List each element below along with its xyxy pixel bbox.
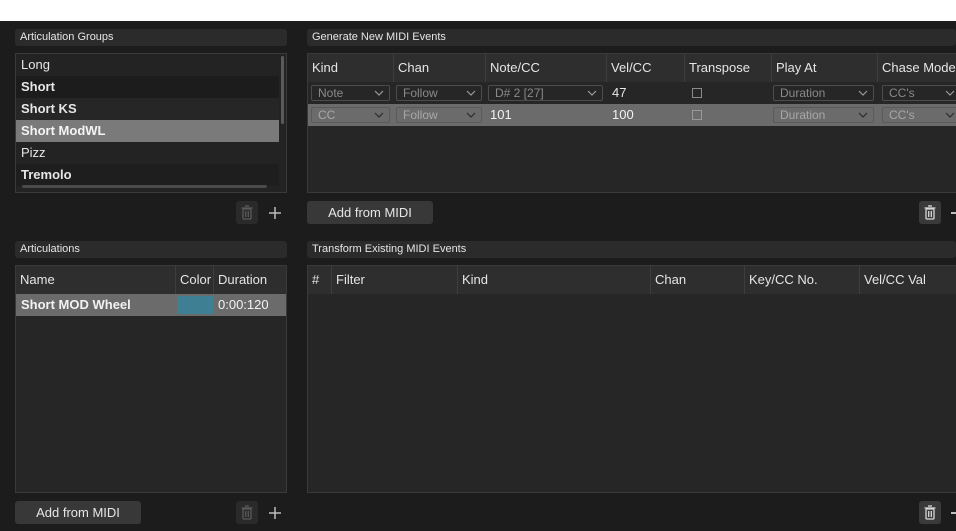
chevron-down-icon xyxy=(374,90,384,96)
col-kind[interactable]: Kind xyxy=(308,54,394,82)
play-at-value: Duration xyxy=(780,86,826,100)
col-vel-cc[interactable]: Vel/CC xyxy=(607,54,685,82)
col-chase-mode[interactable]: Chase Mode xyxy=(878,54,956,82)
chase-value: CC's xyxy=(889,86,915,100)
note-cc-value[interactable]: 101 xyxy=(490,104,600,126)
play-at-value: Duration xyxy=(780,108,826,122)
horizontal-scrollbar[interactable] xyxy=(22,185,267,188)
articulations-header: Articulations xyxy=(15,241,287,258)
kind-value: Note xyxy=(318,86,344,100)
chan-dropdown[interactable]: Follow xyxy=(396,107,482,123)
delete-articulation-button[interactable] xyxy=(236,501,258,524)
chevron-down-icon xyxy=(858,112,868,118)
chan-value: Follow xyxy=(403,108,438,122)
chevron-down-icon xyxy=(466,90,476,96)
group-item-short[interactable]: Short xyxy=(16,76,279,98)
articulation-groups-list[interactable]: Long Short Short KS Short ModWL Pizz Tre… xyxy=(15,53,287,193)
col-play-at[interactable]: Play At xyxy=(772,54,878,82)
delete-group-button[interactable] xyxy=(236,201,258,224)
chevron-down-icon xyxy=(858,90,868,96)
group-item-pizz[interactable]: Pizz xyxy=(16,142,279,164)
transform-midi-table: # Filter Kind Chan Key/CC No. Vel/CC Val xyxy=(307,265,956,493)
chevron-down-icon xyxy=(945,112,955,118)
articulations-table: Name Color Duration Short MOD Wheel 0:00… xyxy=(15,265,287,493)
transpose-checkbox[interactable] xyxy=(692,88,702,98)
kind-value: CC xyxy=(318,108,336,122)
group-item-short-ks[interactable]: Short KS xyxy=(16,98,279,120)
chase-value: CC's xyxy=(889,108,915,122)
delete-transform-button[interactable] xyxy=(919,501,941,524)
chase-dropdown[interactable]: CC's xyxy=(882,85,956,101)
chevron-down-icon xyxy=(466,112,476,118)
articulation-groups-header: Articulation Groups xyxy=(15,29,287,46)
delete-event-button[interactable] xyxy=(919,201,941,224)
col-kind[interactable]: Kind xyxy=(458,266,651,294)
group-item-short-modwl[interactable]: Short ModWL xyxy=(16,120,279,142)
generate-midi-table: Kind Chan Note/CC Vel/CC Transpose Play … xyxy=(307,53,956,193)
col-note-cc[interactable]: Note/CC xyxy=(486,54,607,82)
chan-value: Follow xyxy=(403,86,438,100)
col-chan[interactable]: Chan xyxy=(394,54,486,82)
play-at-dropdown[interactable]: Duration xyxy=(773,107,874,123)
color-swatch[interactable] xyxy=(177,296,214,314)
chevron-down-icon xyxy=(945,90,955,96)
add-from-midi-button[interactable]: Add from MIDI xyxy=(307,201,433,224)
col-color[interactable]: Color xyxy=(176,266,214,294)
generate-midi-header: Generate New MIDI Events xyxy=(307,29,956,46)
plus-icon[interactable] xyxy=(951,512,956,514)
chevron-down-icon xyxy=(587,90,597,96)
vel-value[interactable]: 100 xyxy=(612,104,682,126)
note-dropdown[interactable]: D# 2 [27] xyxy=(488,85,603,101)
note-value: D# 2 [27] xyxy=(495,86,544,100)
chase-dropdown[interactable]: CC's xyxy=(882,107,956,123)
vertical-scrollbar[interactable] xyxy=(281,56,284,124)
kind-dropdown[interactable]: CC xyxy=(311,107,390,123)
trash-icon xyxy=(241,505,253,520)
vel-value[interactable]: 47 xyxy=(612,82,682,104)
transpose-checkbox[interactable] xyxy=(692,110,702,120)
play-at-dropdown[interactable]: Duration xyxy=(773,85,874,101)
col-chan[interactable]: Chan xyxy=(651,266,745,294)
col-filter[interactable]: Filter xyxy=(332,266,458,294)
group-item-tremolo[interactable]: Tremolo xyxy=(16,164,279,186)
plus-icon[interactable] xyxy=(268,206,282,220)
col-key-cc-no[interactable]: Key/CC No. xyxy=(745,266,860,294)
transform-midi-header: Transform Existing MIDI Events xyxy=(307,241,956,258)
col-vel-cc-val[interactable]: Vel/CC Val xyxy=(860,266,956,294)
plus-icon[interactable] xyxy=(951,212,956,214)
articulation-name[interactable]: Short MOD Wheel xyxy=(21,294,171,316)
col-name[interactable]: Name xyxy=(16,266,176,294)
top-strip xyxy=(0,0,956,21)
kind-dropdown[interactable]: Note xyxy=(311,85,390,101)
col-number[interactable]: # xyxy=(308,266,332,294)
trash-icon xyxy=(924,505,936,520)
col-transpose[interactable]: Transpose xyxy=(685,54,772,82)
trash-icon xyxy=(924,205,936,220)
trash-icon xyxy=(241,205,253,220)
chevron-down-icon xyxy=(374,112,384,118)
group-item-long[interactable]: Long xyxy=(16,54,279,76)
plus-icon[interactable] xyxy=(268,506,282,520)
chan-dropdown[interactable]: Follow xyxy=(396,85,482,101)
add-articulation-from-midi-button[interactable]: Add from MIDI xyxy=(15,501,141,524)
articulation-duration[interactable]: 0:00:120 xyxy=(218,294,286,316)
col-duration[interactable]: Duration xyxy=(214,266,286,294)
